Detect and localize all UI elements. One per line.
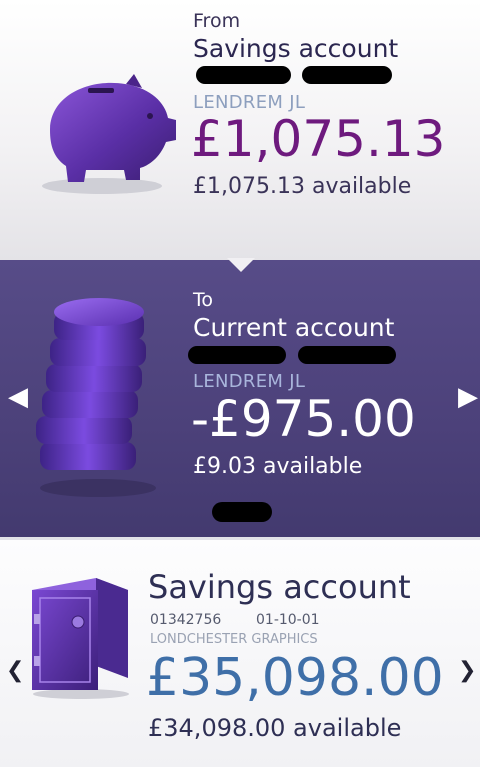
to-label: To [193,289,214,311]
savings-balance: £35,098.00 [146,648,444,708]
redacted-account-number [188,346,286,364]
from-account-type: Savings account [193,34,399,63]
selection-pointer [227,258,255,272]
savings-account-card[interactable]: ❮ ❯ Savings account 01342756 01-10-01 LO… [0,537,480,767]
redacted-detail [212,502,272,522]
account-name: LONDCHESTER GRAPHICS [150,632,318,647]
savings-available: £34,098.00 available [148,714,402,742]
to-account-type: Current account [193,313,395,342]
from-label: From [193,10,241,32]
account-number: 01342756 [150,612,222,628]
to-account-panel[interactable]: ◀ ▶ To Current account LENDREM JL -£975.… [0,260,480,537]
to-balance: -£975.00 [191,390,416,448]
from-available: £1,075.13 available [193,174,412,199]
redacted-sort-code [298,346,396,364]
savings-account-type: Savings account [148,568,411,606]
redacted-sort-code [302,66,392,84]
coin-stack-icon [36,298,156,497]
from-account-panel[interactable]: From Savings account LENDREM JL £1,075.1… [0,0,480,260]
chevron-left-icon[interactable]: ◀ [8,382,28,412]
safe-icon [32,578,129,699]
piggy-bank-icon [42,74,176,194]
chevron-right-icon[interactable]: ❯ [458,658,476,683]
redacted-account-number [196,66,291,84]
chevron-left-icon[interactable]: ❮ [6,658,24,683]
to-owner: LENDREM JL [193,371,306,392]
to-available: £9.03 available [193,454,363,479]
sort-code: 01-10-01 [256,612,320,628]
from-balance: £1,075.13 [191,110,446,168]
chevron-right-icon[interactable]: ▶ [458,382,478,412]
